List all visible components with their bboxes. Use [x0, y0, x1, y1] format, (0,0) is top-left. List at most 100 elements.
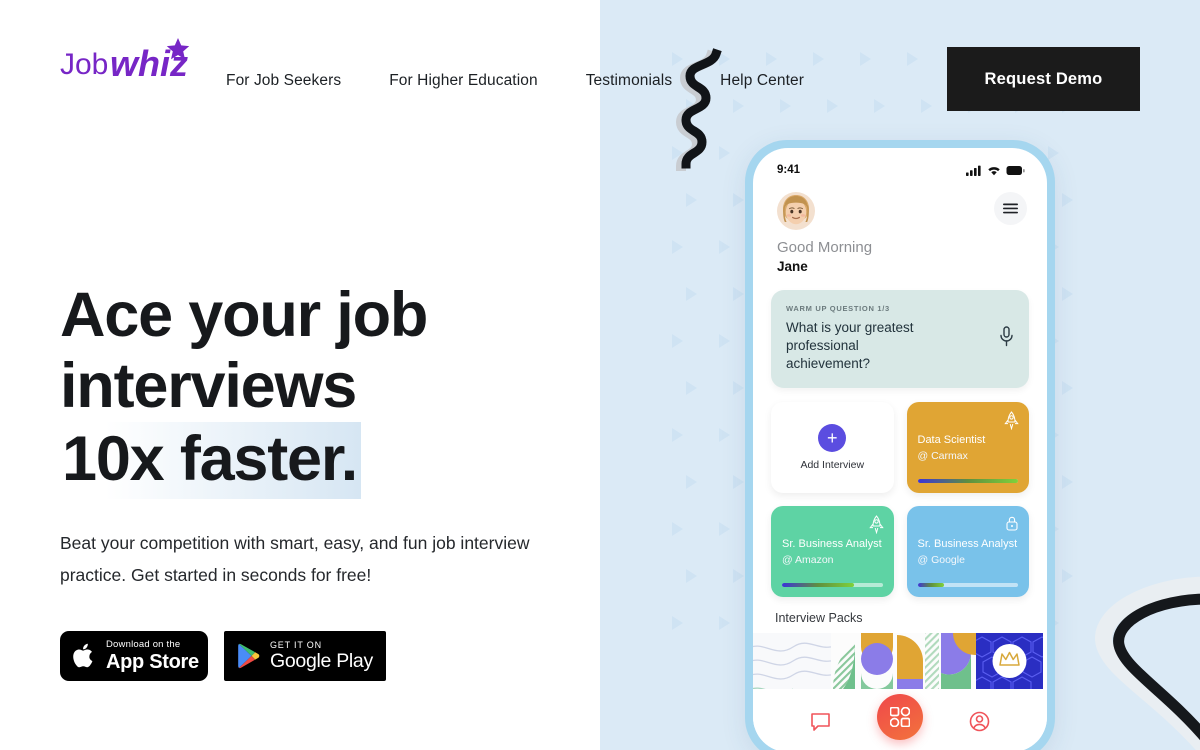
rocket-icon — [1004, 411, 1019, 435]
triangle-decoration — [1062, 381, 1073, 395]
hamburger-menu-button[interactable] — [994, 192, 1027, 225]
progress-bar — [782, 583, 883, 587]
question-text: What is your greatest professional achie… — [786, 320, 914, 371]
grid-icon — [890, 707, 910, 727]
phone-header — [753, 182, 1047, 230]
nav-link-testimonials[interactable]: Testimonials — [586, 72, 672, 90]
interview-card-company: @ Carmax — [917, 450, 968, 462]
interview-card-title: Sr. Business Analyst — [782, 538, 882, 550]
grid-fab-button[interactable] — [877, 694, 923, 740]
chat-icon[interactable] — [810, 711, 831, 737]
triangle-decoration — [733, 287, 744, 301]
request-demo-button[interactable]: Request Demo — [947, 47, 1140, 111]
microphone-button[interactable] — [999, 326, 1014, 352]
user-avatar — [783, 195, 809, 225]
profile-icon[interactable] — [969, 711, 990, 737]
battery-icon — [1006, 165, 1025, 175]
progress-bar — [917, 583, 1018, 587]
interview-cards-grid: + Add Interview Data Scientist @ Carmax — [771, 402, 1029, 597]
triangle-decoration — [733, 569, 744, 583]
swoosh-icon — [1095, 576, 1200, 750]
hero-subtext: Beat your competition with smart, easy, … — [60, 533, 530, 585]
hamburger-icon — [1003, 203, 1018, 214]
triangle-decoration — [686, 475, 697, 489]
progress-fill — [782, 583, 855, 587]
avatar[interactable] — [777, 192, 815, 230]
triangle-decoration — [733, 193, 744, 207]
add-interview-label: Add Interview — [800, 459, 865, 471]
hero-section: Ace your job interviews 10x faster. Beat… — [60, 280, 580, 681]
interview-packs-row — [753, 633, 1047, 689]
google-play-button[interactable]: GET IT ON Google Play — [224, 631, 386, 681]
logo-jobwhiz[interactable]: Job whiz — [60, 32, 220, 92]
triangle-decoration — [672, 616, 683, 630]
headline-line-1: Ace your job — [60, 280, 428, 350]
triangle-decoration — [1062, 287, 1073, 301]
triangle-decoration — [719, 240, 730, 254]
pack-lines[interactable] — [753, 633, 831, 689]
triangle-decoration — [672, 522, 683, 536]
logo-text-job: Job — [60, 48, 108, 81]
apple-icon — [73, 643, 93, 668]
interview-card-title: Sr. Business Analyst — [917, 538, 1018, 550]
phone-screen: 9:41 Good Morning Jane WARM UP QUESTION … — [753, 148, 1047, 750]
lock-icon — [1005, 515, 1019, 537]
statusbar-time: 9:41 — [777, 164, 801, 176]
triangle-decoration — [719, 616, 730, 630]
nav-link-for-job-seekers[interactable]: For Job Seekers — [226, 72, 341, 90]
progress-bar — [917, 479, 1018, 483]
warmup-question-card[interactable]: WARM UP QUESTION 1/3 What is your greate… — [771, 290, 1029, 388]
triangle-decoration — [733, 381, 744, 395]
triangle-decoration — [686, 569, 697, 583]
interview-card-data-scientist[interactable]: Data Scientist @ Carmax — [906, 402, 1029, 493]
headline-line-2: interviews — [60, 351, 357, 421]
triangle-decoration — [672, 428, 683, 442]
nav-link-for-higher-education[interactable]: For Higher Education — [389, 72, 537, 90]
interview-card-title: Data Scientist — [917, 434, 986, 446]
triangle-decoration — [1062, 193, 1073, 207]
interview-packs-title: Interview Packs — [775, 611, 863, 625]
google-play-big-label: Google Play — [270, 649, 373, 672]
microphone-icon — [1000, 326, 1013, 347]
triangle-decoration — [672, 240, 683, 254]
triangle-decoration — [1062, 475, 1073, 489]
google-play-icon — [238, 643, 260, 669]
navbar: Job whiz For Job Seekers For Higher Educ… — [0, 0, 1200, 120]
progress-fill — [917, 583, 944, 587]
rocket-icon — [868, 515, 884, 539]
triangle-decoration — [672, 334, 683, 348]
headline-line-3-highlight: 10x faster. — [60, 422, 362, 499]
store-badges-row: Download on the App Store GET IT ON Goog… — [60, 631, 580, 681]
triangle-decoration — [686, 287, 697, 301]
greeting-block: Good Morning Jane — [753, 230, 1047, 274]
triangle-decoration — [719, 428, 730, 442]
nav-links: For Job Seekers For Higher Education Tes… — [226, 72, 804, 90]
pack-premium-crown[interactable] — [976, 633, 1043, 689]
app-store-big-label: App Store — [106, 650, 199, 673]
signal-icon — [966, 165, 981, 176]
app-store-button[interactable]: Download on the App Store — [60, 631, 208, 681]
app-store-small-label: Download on the — [106, 639, 181, 651]
nav-link-help-center[interactable]: Help Center — [720, 72, 804, 90]
google-play-small-label: GET IT ON — [270, 639, 322, 650]
page-title: Ace your job interviews 10x faster. — [60, 280, 580, 499]
bottom-tabbar — [753, 694, 1047, 750]
phone-mockup: 9:41 Good Morning Jane WARM UP QUESTION … — [745, 140, 1055, 750]
triangle-decoration — [733, 475, 744, 489]
user-name: Jane — [777, 259, 808, 274]
triangle-decoration — [719, 334, 730, 348]
interview-card-google[interactable]: Sr. Business Analyst @ Google — [906, 506, 1029, 597]
triangle-decoration — [719, 522, 730, 536]
add-interview-card[interactable]: + Add Interview — [771, 402, 894, 493]
triangle-decoration — [686, 381, 697, 395]
interview-card-company: @ Google — [917, 554, 965, 566]
progress-fill — [917, 479, 1018, 483]
pack-geometric[interactable] — [831, 633, 976, 689]
triangle-decoration — [686, 193, 697, 207]
greeting-text: Good Morning — [777, 239, 873, 256]
wifi-icon — [988, 166, 1000, 175]
triangle-decoration — [1048, 146, 1059, 160]
question-counter-label: WARM UP QUESTION 1/3 — [786, 304, 890, 313]
interview-card-amazon[interactable]: Sr. Business Analyst @ Amazon — [771, 506, 894, 597]
interview-card-company: @ Amazon — [782, 554, 834, 566]
